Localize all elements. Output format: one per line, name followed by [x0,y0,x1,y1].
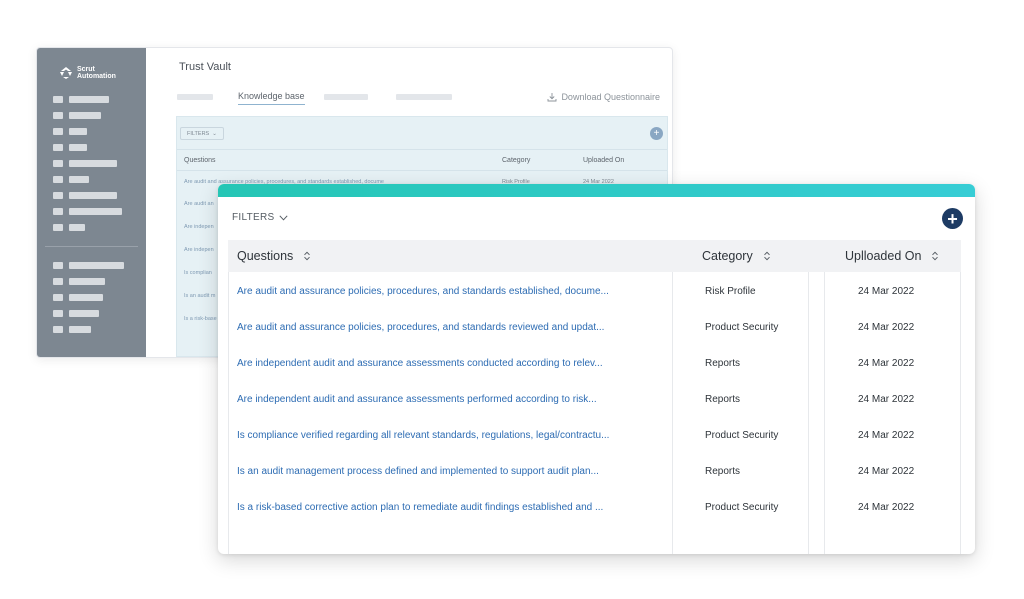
download-label: Download Questionnaire [561,92,660,102]
filters-button[interactable]: FILTERS [232,212,289,223]
sort-icon [932,251,939,261]
download-questionnaire-button[interactable]: Download Questionnaire [547,92,660,102]
sidebar-item[interactable] [53,96,109,103]
tab-placeholder[interactable] [396,94,452,100]
row-question-link[interactable]: Is an audit management process defined a… [237,466,599,477]
background-row-question[interactable]: Is complian [184,270,212,276]
accent-bar [218,184,975,197]
row-question-link[interactable]: Are audit and assurance policies, proced… [237,286,609,297]
table-row[interactable]: Are independent audit and assurance asse… [228,382,961,418]
table-row[interactable]: Are independent audit and assurance asse… [228,346,961,382]
sidebar-item[interactable] [53,208,122,215]
table-row[interactable]: Are audit and assurance policies, proced… [228,274,961,310]
page-title: Trust Vault [179,61,231,73]
sidebar-item[interactable] [53,310,99,317]
row-uploaded-date: 24 Mar 2022 [858,502,915,513]
column-header-questions[interactable]: Questions [237,249,311,263]
row-category: Product Security [705,502,779,513]
row-uploaded-date: 24 Mar 2022 [858,430,915,441]
background-row-question[interactable]: Are indepen [184,247,214,253]
row-question-link[interactable]: Is a risk-based corrective action plan t… [237,502,603,513]
row-category: Reports [705,466,741,477]
column-header-category[interactable]: Category [702,249,771,263]
brand-logo[interactable]: Scrut Automation [59,66,116,80]
row-question-link[interactable]: Are independent audit and assurance asse… [237,394,597,405]
row-category: Product Security [705,430,779,441]
sidebar-item[interactable] [53,160,117,167]
chevron-down-icon [279,214,289,221]
row-uploaded-date: 24 Mar 2022 [858,322,915,333]
background-row-question[interactable]: Is a risk-base [184,316,217,322]
column-header-uploaded-on[interactable]: Uplloaded On [845,249,939,263]
background-row-question[interactable]: Are audit an [184,201,214,207]
background-table-header: Questions Category Uploaded On [177,149,667,171]
knowledge-base-card: FILTERS + Questions Category Uplloaded O… [218,184,975,554]
sidebar-item[interactable] [53,294,103,301]
row-category: Product Security [705,322,779,333]
sidebar-item[interactable] [53,144,87,151]
tab-placeholder[interactable] [324,94,368,100]
sidebar-item[interactable] [53,128,87,135]
sidebar: Scrut Automation [37,48,146,357]
sidebar-divider [45,246,138,247]
scrut-logo-icon [60,67,72,79]
table-row[interactable]: Is a risk-based corrective action plan t… [228,490,961,526]
chevron-down-icon: ⌄ [212,130,217,137]
add-question-button[interactable]: + [942,208,963,229]
brand-line1: Scrut [77,66,95,73]
brand-line2: Automation [77,73,116,80]
tab-knowledge-base[interactable]: Knowledge base [238,91,305,105]
row-category: Risk Profile [705,286,756,297]
sort-icon [763,251,770,261]
row-question-link[interactable]: Are independent audit and assurance asse… [237,358,603,369]
table-row[interactable]: Is an audit management process defined a… [228,454,961,490]
table-header: Questions Category Uplloaded On [228,240,961,272]
row-uploaded-date: 24 Mar 2022 [858,394,915,405]
row-uploaded-date: 24 Mar 2022 [858,358,915,369]
sidebar-item[interactable] [53,192,117,199]
row-category: Reports [705,394,741,405]
row-question-link[interactable]: Are audit and assurance policies, proced… [237,322,604,333]
tab-placeholder[interactable] [177,94,213,100]
background-filters-button[interactable]: FILTERS ⌄ [180,127,224,140]
row-uploaded-date: 24 Mar 2022 [858,466,915,477]
sidebar-item[interactable] [53,112,101,119]
sidebar-item[interactable] [53,326,91,333]
background-add-icon[interactable]: + [650,127,663,140]
sidebar-item[interactable] [53,176,89,183]
sidebar-item[interactable] [53,278,105,285]
background-row-question[interactable]: Are indepen [184,224,214,230]
filters-label: FILTERS [232,212,275,223]
questions-table: Questions Category Uplloaded On Are audi… [228,240,961,554]
sidebar-item[interactable] [53,262,124,269]
table-row[interactable]: Are audit and assurance policies, proced… [228,310,961,346]
download-icon [547,93,557,102]
row-category: Reports [705,358,741,369]
plus-icon: + [947,208,958,229]
sidebar-item[interactable] [53,224,85,231]
row-question-link[interactable]: Is compliance verified regarding all rel… [237,430,609,441]
sort-icon [304,251,311,261]
background-row-question[interactable]: Is an audit m [184,293,216,299]
table-row[interactable]: Is compliance verified regarding all rel… [228,418,961,454]
row-uploaded-date: 24 Mar 2022 [858,286,915,297]
